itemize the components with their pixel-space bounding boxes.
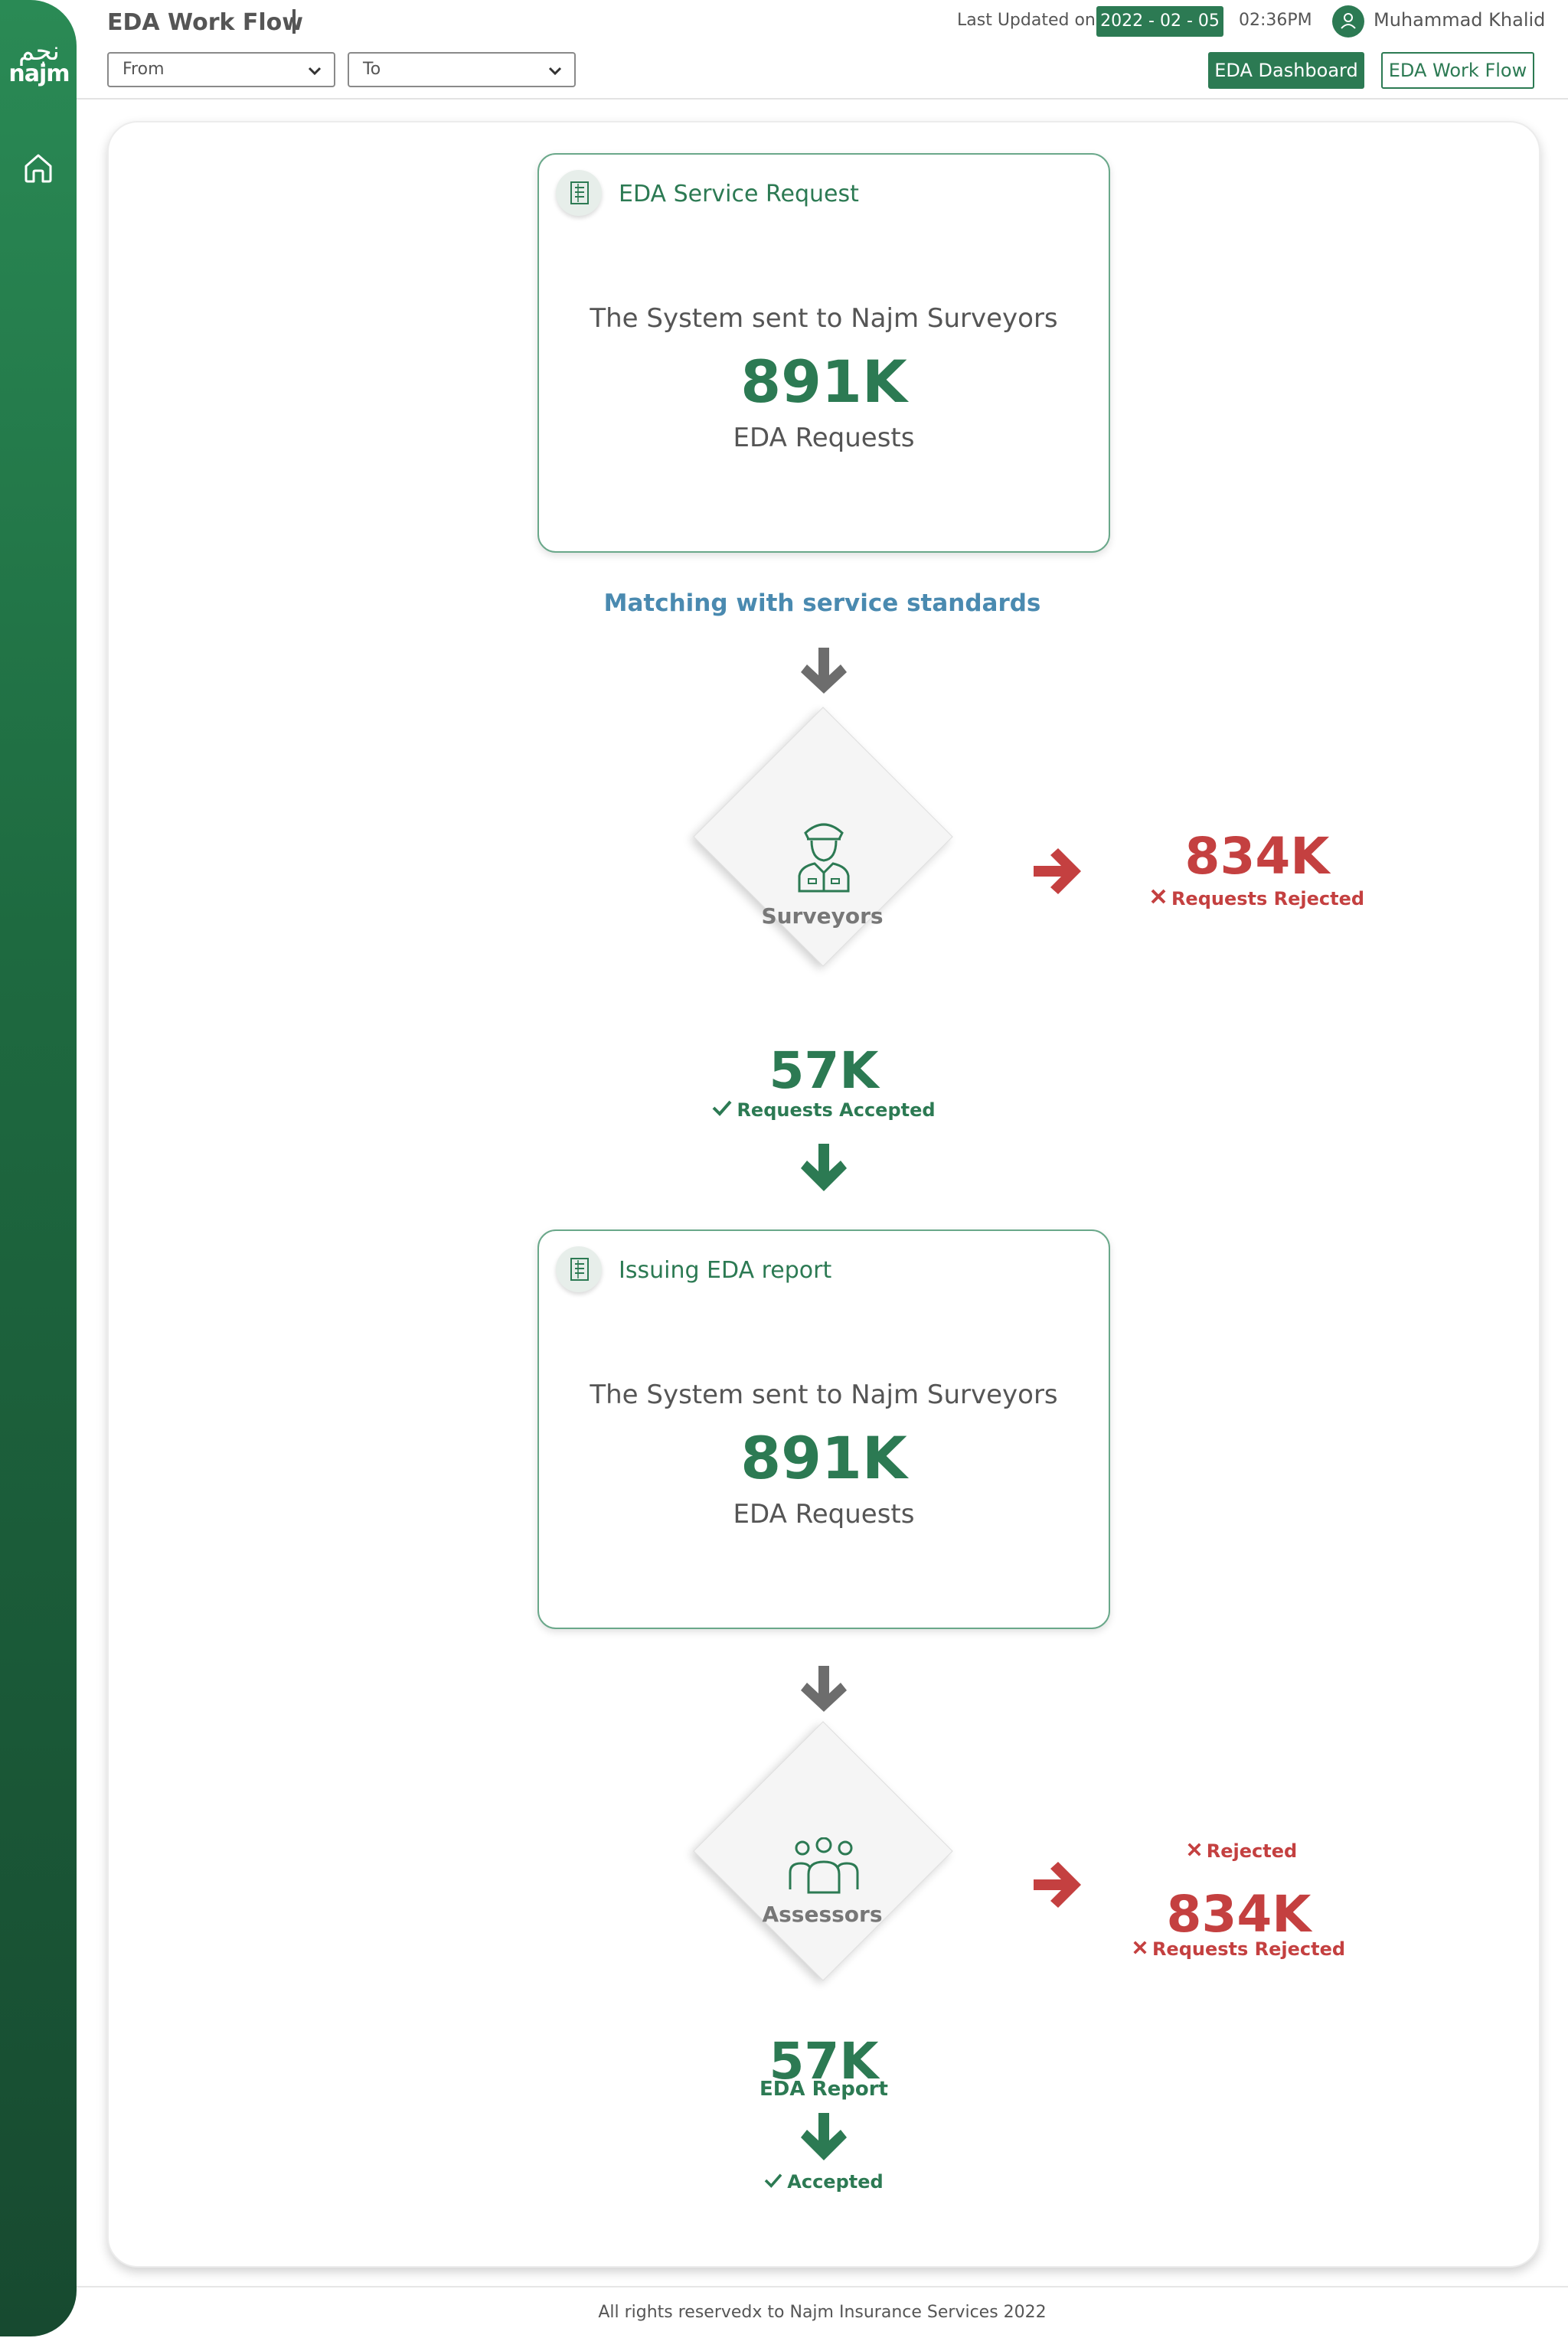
title-divider — [292, 9, 296, 34]
home-icon[interactable] — [20, 149, 57, 186]
arrow-down-icon — [801, 648, 847, 694]
card-value: 891K — [740, 348, 907, 416]
to-select-label: To — [363, 60, 381, 79]
from-select-label: From — [122, 60, 165, 79]
assessors-report-label: EDA Report — [760, 2078, 888, 2101]
page-title: EDA Work Flow — [107, 9, 303, 36]
footer: All rights reservedx to Najm Insurance S… — [77, 2286, 1568, 2338]
x-icon — [1133, 1941, 1147, 1954]
issuing-report-card: Issuing EDA report The System sent to Na… — [537, 1229, 1110, 1629]
group-icon — [789, 1837, 859, 1894]
footer-copyright: All rights reservedx to Najm Insurance S… — [598, 2303, 1047, 2322]
chevron-down-icon — [308, 67, 322, 76]
to-date-select[interactable]: To — [348, 52, 576, 87]
eda-dashboard-button[interactable]: EDA Dashboard — [1208, 52, 1364, 89]
last-updated-label: Last Updated on — [957, 11, 1096, 30]
from-date-select[interactable]: From — [107, 52, 335, 87]
arrow-right-icon — [1034, 848, 1081, 894]
card-title: EDA Service Request — [619, 181, 859, 207]
user-avatar-icon[interactable] — [1332, 5, 1364, 38]
arrow-down-icon — [801, 2113, 847, 2160]
card-value: 891K — [740, 1424, 907, 1492]
surveyors-rejected-value: 834K — [1184, 827, 1330, 886]
chevron-down-icon — [548, 67, 562, 76]
arrow-down-icon — [801, 1666, 847, 1712]
surveyors-label: Surveyors — [761, 903, 884, 929]
assessors-rejected-header: Rejected — [1206, 1840, 1298, 1862]
matching-standards-text: Matching with service standards — [603, 589, 1041, 617]
surveyors-accepted-value: 57K — [769, 1041, 879, 1100]
surveyors-rejected-label: Requests Rejected — [1171, 888, 1365, 909]
x-icon — [1151, 889, 1166, 904]
surveyors-accepted-label: Requests Accepted — [737, 1099, 936, 1121]
arrow-down-icon — [801, 1144, 847, 1191]
card-subtitle: The System sent to Najm Surveyors — [590, 303, 1058, 334]
card-unit: EDA Requests — [733, 1499, 915, 1530]
sidebar: نجم najm — [0, 0, 77, 2336]
check-icon — [713, 1100, 732, 1116]
eda-work-flow-button[interactable]: EDA Work Flow — [1381, 52, 1534, 89]
card-title: Issuing EDA report — [619, 1257, 832, 1284]
assessors-rejected-header-row: Rejected — [1165, 1840, 1318, 1862]
user-name[interactable]: Muhammad Khalid — [1374, 9, 1545, 31]
surveyors-rejected-row: Requests Rejected — [1142, 888, 1372, 909]
x-icon — [1187, 1843, 1201, 1856]
assessors-label: Assessors — [762, 1902, 883, 1927]
card-subtitle: The System sent to Najm Surveyors — [590, 1380, 1058, 1410]
surveyor-icon — [798, 823, 850, 893]
logo-latin-text: najm — [8, 60, 70, 87]
assessors-rejected-row: Requests Rejected — [1124, 1938, 1354, 1960]
assessors-rejected-value: 834K — [1166, 1885, 1312, 1944]
assessors-rejected-label: Requests Rejected — [1152, 1938, 1346, 1960]
last-updated-date: 2022 - 02 - 05 — [1096, 6, 1223, 37]
workflow-panel: EDA Service Request The System sent to N… — [107, 121, 1540, 2268]
service-request-card: EDA Service Request The System sent to N… — [537, 153, 1110, 553]
report-icon — [556, 1246, 602, 1292]
assessors-accepted-label: Accepted — [787, 2171, 884, 2193]
check-icon — [764, 2173, 782, 2188]
najm-logo: نجم najm — [6, 38, 72, 86]
card-unit: EDA Requests — [733, 423, 915, 453]
top-header: EDA Work Flow From To Last Updated on 20… — [77, 0, 1568, 100]
last-updated-time: 02:36PM — [1239, 11, 1312, 30]
assessors-accepted-row: Accepted — [709, 2171, 939, 2193]
arrow-right-icon — [1034, 1862, 1081, 1908]
surveyors-accepted-row: Requests Accepted — [709, 1099, 939, 1121]
report-icon — [556, 170, 602, 216]
